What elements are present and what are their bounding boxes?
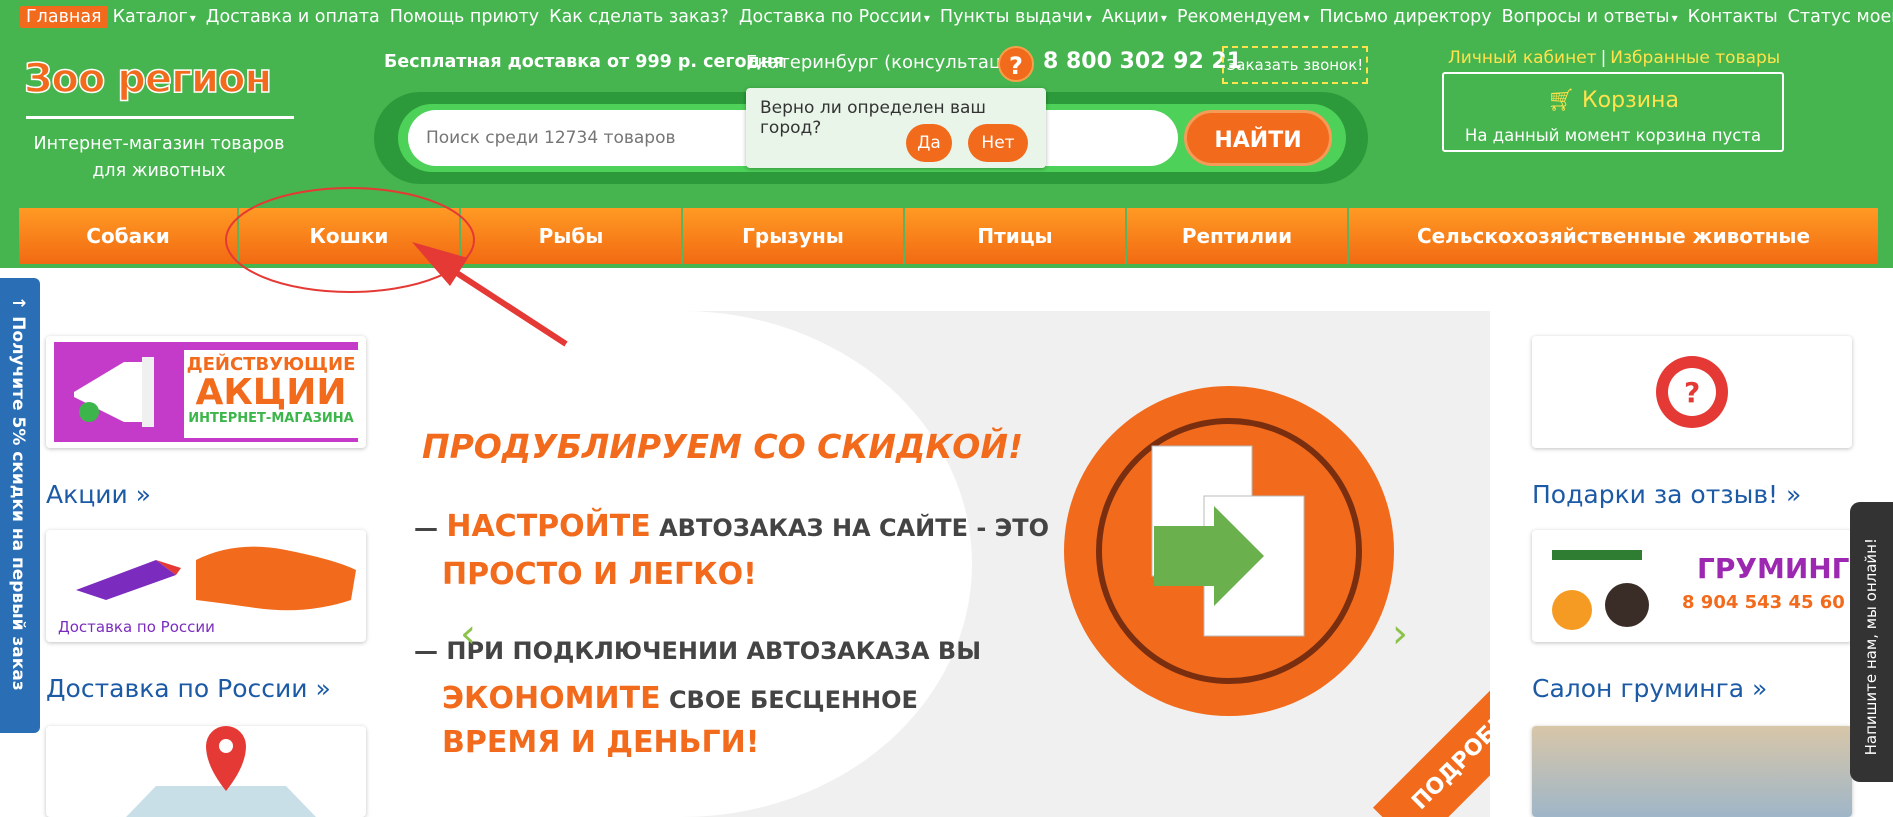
- discount-side-tab-text: ↑ Получите 5% скидки на первый заказ: [8, 296, 28, 691]
- map-pin-icon: [126, 726, 316, 817]
- site-logo[interactable]: Зоо регион: [23, 55, 294, 126]
- top-menu: ГлавнаяКаталогДоставка и оплатаПомощь пр…: [20, 6, 1893, 28]
- online-chat-tab[interactable]: Напишите нам, мы онлайн!: [1850, 502, 1893, 782]
- favorites-link[interactable]: Избранные товары: [1610, 48, 1780, 68]
- callback-button[interactable]: Заказать звонок!: [1222, 46, 1368, 84]
- promo-banner[interactable]: ДЕЙСТВУЮЩИЕ АКЦИИ ИНТЕРНЕТ-МАГАЗИНА: [46, 336, 366, 448]
- promo-banner-bg: ДЕЙСТВУЮЩИЕ АКЦИИ ИНТЕРНЕТ-МАГАЗИНА: [54, 342, 358, 442]
- logo-underline: [26, 116, 294, 119]
- site-header: ГлавнаяКаталогДоставка и оплатаПомощь пр…: [0, 0, 1893, 268]
- category-tab[interactable]: Рептилии: [1127, 208, 1349, 264]
- top-menu-item[interactable]: Помощь приюту: [385, 6, 544, 28]
- category-tab[interactable]: Рыбы: [461, 208, 683, 264]
- cart-status: На данный момент корзина пуста: [1464, 126, 1762, 145]
- grooming-salon-photo[interactable]: [1532, 726, 1852, 817]
- logo-text: Зоо регион: [23, 55, 273, 103]
- cart-box[interactable]: 🛒︎ Корзина На данный момент корзина пуст…: [1442, 72, 1784, 152]
- search-button[interactable]: НАЙТИ: [1184, 110, 1332, 166]
- city-confirm-no-button[interactable]: Нет: [968, 124, 1028, 162]
- svg-text:?: ?: [1684, 376, 1700, 409]
- delivery-banner[interactable]: Доставка по России: [46, 530, 366, 642]
- delivery-banner-caption: Доставка по России: [58, 618, 215, 636]
- pickup-map-banner[interactable]: [46, 726, 366, 817]
- delivery-link[interactable]: Доставка по России »: [46, 674, 331, 703]
- grooming-banner[interactable]: ГРУМИНГ 8 904 543 45 60: [1532, 530, 1852, 642]
- city-selector[interactable]: Екатеринбург (консультация): [746, 52, 1031, 73]
- slider-bullet-1-text: АВТОЗАКАЗ НА САЙТЕ - ЭТО: [659, 514, 1050, 542]
- top-menu-item[interactable]: Пункты выдачи: [935, 6, 1097, 28]
- online-chat-tab-text: Напишите нам, мы онлайн!: [1862, 538, 1880, 756]
- top-menu-item[interactable]: Статус моего заказа: [1783, 6, 1893, 28]
- slider-bullet-1-dash: —: [414, 514, 438, 542]
- category-tab[interactable]: Сельскохозяйственные животные: [1349, 208, 1878, 264]
- slider-bullet-2-dash: —: [414, 637, 438, 665]
- slider-bullet-2-accent: ЭКОНОМИТЕ: [442, 681, 661, 716]
- slider-bullet-2-tail: ВРЕМЯ И ДЕНЬГИ!: [442, 725, 760, 760]
- top-menu-item[interactable]: Контакты: [1683, 6, 1783, 28]
- city-confirm-popup: Верно ли определен ваш город? Да Нет: [746, 88, 1046, 168]
- grooming-banner-title: ГРУМИНГ: [1697, 552, 1850, 585]
- account-link[interactable]: Личный кабинет: [1448, 48, 1597, 68]
- slider-bullet-2-line2: ЭКОНОМИТЕ СВОЕ БЕСЦЕННОЕ: [442, 681, 918, 716]
- slider-bullet-1-accent: НАСТРОЙТЕ: [446, 509, 651, 544]
- category-tab[interactable]: Птицы: [905, 208, 1127, 264]
- slider-prev-arrow-icon[interactable]: ‹: [460, 611, 476, 657]
- top-menu-item[interactable]: Вопросы и ответы: [1497, 6, 1683, 28]
- phone-number[interactable]: 8 800 302 92 21: [1043, 49, 1242, 74]
- cart-title: 🛒︎ Корзина: [1444, 88, 1782, 113]
- top-menu-item[interactable]: Как сделать заказ?: [544, 6, 734, 28]
- pets-grooming-image: [1552, 550, 1649, 630]
- category-tab[interactable]: Кошки: [239, 208, 461, 264]
- promo-banner-line2: АКЦИИ: [195, 372, 347, 413]
- question-hands-icon: ?: [1656, 356, 1728, 428]
- top-menu-item[interactable]: Каталог: [108, 6, 201, 28]
- promo-banner-text-panel: ДЕЙСТВУЮЩИЕ АКЦИИ ИНТЕРНЕТ-МАГАЗИНА: [184, 350, 358, 438]
- city-confirm-yes-button[interactable]: Да: [906, 124, 952, 162]
- slider-bullet-1: — НАСТРОЙТЕ АВТОЗАКАЗ НА САЙТЕ - ЭТО: [414, 509, 1049, 544]
- russia-map-image: [76, 546, 356, 611]
- promo-link[interactable]: Акции »: [46, 480, 151, 509]
- user-links-separator: |: [1600, 48, 1607, 68]
- top-menu-item[interactable]: Рекомендуем: [1172, 6, 1314, 28]
- review-gift-link[interactable]: Подарки за отзыв! »: [1532, 480, 1801, 509]
- category-tab[interactable]: Грызуны: [683, 208, 905, 264]
- cart-title-text: Корзина: [1582, 88, 1679, 113]
- help-icon[interactable]: ?: [998, 46, 1034, 82]
- salon-photo-image: [1532, 726, 1852, 817]
- top-menu-item[interactable]: Письмо директору: [1314, 6, 1496, 28]
- top-menu-item[interactable]: Доставка по России: [734, 6, 935, 28]
- cart-icon: 🛒︎: [1547, 88, 1583, 113]
- category-tab[interactable]: Собаки: [19, 208, 239, 264]
- slider-bullet-2: — ПРИ ПОДКЛЮЧЕНИИ АВТОЗАКАЗА ВЫ: [414, 637, 981, 665]
- slider-bullet-2-text: ПРИ ПОДКЛЮЧЕНИИ АВТОЗАКАЗА ВЫ: [446, 637, 982, 665]
- autoorder-cycle-image: [1064, 386, 1394, 716]
- grooming-banner-phone: 8 904 543 45 60: [1682, 592, 1845, 613]
- top-menu-item[interactable]: Главная: [20, 6, 108, 28]
- slider-bullet-2-text2: СВОЕ БЕСЦЕННОЕ: [668, 686, 918, 714]
- grooming-link[interactable]: Салон груминга »: [1532, 674, 1767, 703]
- free-delivery-text: Бесплатная доставка от 999 р. сегодня: [384, 52, 785, 72]
- top-menu-item[interactable]: Доставка и оплата: [201, 6, 385, 28]
- discount-side-tab[interactable]: ↑ Получите 5% скидки на первый заказ: [0, 278, 40, 733]
- slider-heading: ПРОДУБЛИРУЕМ СО СКИДКОЙ!: [422, 427, 1024, 466]
- slider-bullet-1-tail: ПРОСТО И ЛЕГКО!: [442, 557, 757, 592]
- user-links: Личный кабинет | Избранные товары: [1448, 48, 1780, 68]
- top-menu-item[interactable]: Акции: [1097, 6, 1172, 28]
- promo-banner-line3: ИНТЕРНЕТ-МАГАЗИНА: [188, 411, 354, 426]
- hero-slider: ПРОДУБЛИРУЕМ СО СКИДКОЙ! — НАСТРОЙТЕ АВТ…: [392, 311, 1490, 817]
- site-tagline: Интернет-магазин товаров для животных: [33, 134, 285, 181]
- review-gift-banner[interactable]: ?: [1532, 336, 1852, 448]
- megaphone-icon: [74, 357, 154, 427]
- category-bar: Собаки Кошки Рыбы Грызуны Птицы Рептилии Сельс…: [19, 208, 1878, 264]
